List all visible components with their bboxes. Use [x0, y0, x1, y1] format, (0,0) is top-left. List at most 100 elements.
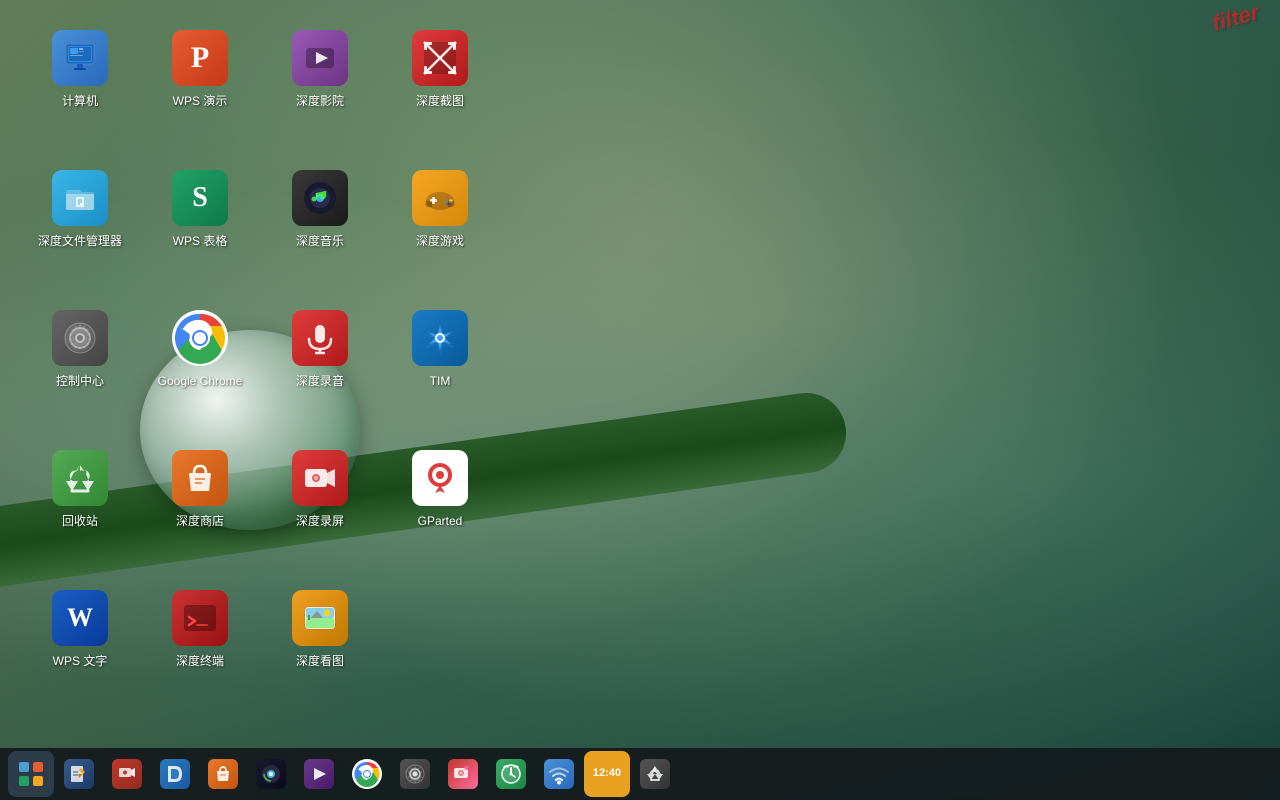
trash-icon-img [52, 450, 108, 506]
deepin-image-icon-img [292, 590, 348, 646]
desktop-icon-deepin-recorder[interactable]: 深度录音 [270, 300, 370, 430]
desktop-icon-deepin-movie[interactable]: 深度影院 [270, 20, 370, 150]
wps-p-letter: P [191, 41, 209, 75]
taskbar-chrome-icon [352, 759, 382, 789]
desktop-icon-deepin-screen-recorder[interactable]: 深度录屏 [270, 440, 370, 570]
deepin-screenshot-label: 深度截图 [416, 94, 464, 110]
taskbar-screen-recorder-svg [117, 764, 137, 784]
desktop-icon-deepin-screenshot[interactable]: 深度截图 [390, 20, 490, 150]
desktop-icon-deepin-music[interactable]: 深度音乐 [270, 160, 370, 290]
desktop-icon-tim[interactable]: TIM [390, 300, 490, 430]
deepin-terminal-icon-img [172, 590, 228, 646]
taskbar-chrome-svg [354, 761, 380, 787]
deepin-screen-recorder-label: 深度录屏 [296, 514, 344, 530]
tim-label: TIM [430, 374, 451, 390]
taskbar-deepin-clock-svg [500, 763, 522, 785]
wps-s-letter: S [192, 182, 208, 214]
taskbar-trash-svg [644, 763, 666, 785]
taskbar-screen-recorder-button[interactable] [104, 751, 150, 797]
desktop-icon-chrome[interactable]: Google Chrome [150, 300, 250, 430]
screen-recorder-svg [301, 459, 339, 497]
taskbar-recorder-svg [452, 763, 474, 785]
taskbar-store-icon [208, 759, 238, 789]
store-svg [181, 459, 219, 497]
wps-w-letter: W [67, 603, 93, 633]
desktop-icon-control-center[interactable]: 控制中心 [30, 300, 130, 430]
desktop: 计算机 P WPS 演示 深度影院 [0, 0, 1280, 740]
wps-presentation-icon-img: P [172, 30, 228, 86]
gparted-label: GParted [418, 514, 463, 530]
taskbar-music-svg [260, 763, 282, 785]
chrome-svg [174, 312, 226, 364]
notes-svg [69, 764, 89, 784]
deepin-screenshot-icon-img [412, 30, 468, 86]
taskbar-trash-icon [640, 759, 670, 789]
taskbar-deepin-tool-button[interactable] [152, 751, 198, 797]
taskbar-deepin-clock-icon [496, 759, 526, 789]
taskbar-clock-widget[interactable]: 12:40 [584, 751, 630, 797]
deepin-tool-svg [164, 763, 186, 785]
taskbar-trash-button[interactable] [632, 751, 678, 797]
deepin-movie-label: 深度影院 [296, 94, 344, 110]
computer-label: 计算机 [62, 94, 98, 110]
wps-spreadsheet-icon-img: S [172, 170, 228, 226]
control-center-svg [61, 319, 99, 357]
trash-svg [61, 459, 99, 497]
image-viewer-svg [301, 599, 339, 637]
chrome-label: Google Chrome [158, 374, 243, 390]
deepin-recorder-icon-img [292, 310, 348, 366]
games-svg [421, 179, 459, 217]
taskbar-settings-svg [404, 763, 426, 785]
filemanager-svg [62, 180, 98, 216]
movie-svg [302, 40, 338, 76]
desktop-icon-computer[interactable]: 计算机 [30, 20, 130, 150]
taskbar-clock-display: 12:40 [584, 751, 630, 797]
desktop-icon-wps-writer[interactable]: W WPS 文字 [30, 580, 130, 710]
taskbar-settings-icon [400, 759, 430, 789]
desktop-icon-deepin-terminal[interactable]: 深度终端 [150, 580, 250, 710]
notes-icon [64, 759, 94, 789]
desktop-icon-deepin-filemanager[interactable]: 深度文件管理器 [30, 160, 130, 290]
launcher-icon [16, 759, 46, 789]
taskbar-wifi-button[interactable] [536, 751, 582, 797]
taskbar-chrome-button[interactable] [344, 751, 390, 797]
taskbar-video-svg [309, 764, 329, 784]
computer-icon-img [52, 30, 108, 86]
taskbar-store-button[interactable] [200, 751, 246, 797]
desktop-icon-wps-presentation[interactable]: P WPS 演示 [150, 20, 250, 150]
wps-writer-icon-img: W [52, 590, 108, 646]
desktop-icon-wps-spreadsheet[interactable]: S WPS 表格 [150, 160, 250, 290]
taskbar-clock-time: 12:40 [593, 767, 621, 780]
desktop-icon-gparted[interactable]: GParted [390, 440, 490, 570]
music-svg [301, 179, 339, 217]
deepin-music-icon-img [292, 170, 348, 226]
desktop-icon-trash[interactable]: 回收站 [30, 440, 130, 570]
deepin-store-label: 深度商店 [176, 514, 224, 530]
desktop-icon-deepin-image[interactable]: 深度看图 [270, 580, 370, 710]
taskbar-deepin-clock-button[interactable] [488, 751, 534, 797]
taskbar-recorder-button[interactable] [440, 751, 486, 797]
deepin-image-label: 深度看图 [296, 654, 344, 670]
taskbar-video-icon [304, 759, 334, 789]
wps-spreadsheet-label: WPS 表格 [173, 234, 228, 250]
recorder-svg [301, 319, 339, 357]
taskbar-launcher-button[interactable] [8, 751, 54, 797]
deepin-games-label: 深度游戏 [416, 234, 464, 250]
taskbar-settings-button[interactable] [392, 751, 438, 797]
gparted-svg [421, 459, 459, 497]
desktop-icon-deepin-games[interactable]: 深度游戏 [390, 160, 490, 290]
control-center-icon-img [52, 310, 108, 366]
desktop-icon-deepin-store[interactable]: 深度商店 [150, 440, 250, 570]
deepin-filemanager-label: 深度文件管理器 [38, 234, 122, 250]
taskbar-music-button[interactable] [248, 751, 294, 797]
taskbar-wifi-svg [548, 763, 570, 785]
taskbar-music-icon [256, 759, 286, 789]
chrome-icon-img [172, 310, 228, 366]
wps-presentation-label: WPS 演示 [173, 94, 228, 110]
deepin-games-icon-img [412, 170, 468, 226]
deepin-music-label: 深度音乐 [296, 234, 344, 250]
taskbar-store-svg [213, 764, 233, 784]
gparted-icon-img [412, 450, 468, 506]
taskbar-notes-button[interactable] [56, 751, 102, 797]
taskbar-video-button[interactable] [296, 751, 342, 797]
